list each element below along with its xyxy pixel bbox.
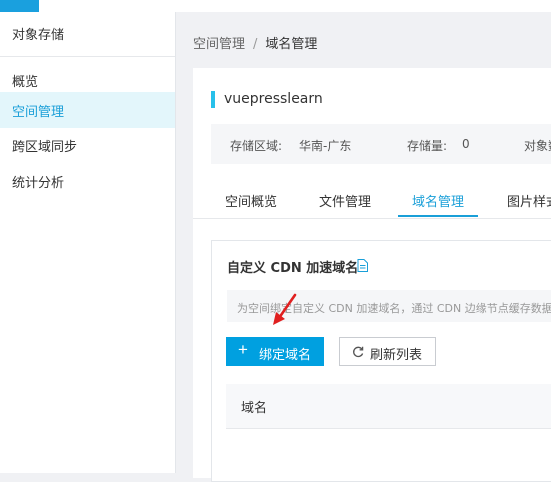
annotation-arrow-icon <box>273 293 297 325</box>
bucket-title-accent <box>211 91 215 108</box>
sidebar-item-label: 跨区域同步 <box>12 140 78 155</box>
bind-domain-button[interactable]: + 绑定域名 <box>226 337 324 366</box>
refresh-list-label: 刷新列表 <box>370 347 423 362</box>
tab-space-overview[interactable]: 空间概览 <box>225 191 277 210</box>
sidebar-item-label: 概览 <box>12 75 39 90</box>
breadcrumb-current: 域名管理 <box>265 37 318 52</box>
bucket-name: vuepresslearn <box>224 91 323 107</box>
sidebar-item-space-management[interactable]: 空间管理 <box>0 92 175 128</box>
document-icon[interactable] <box>357 259 368 272</box>
sidebar-title: 对象存储 <box>12 28 65 43</box>
bind-domain-label: 绑定域名 <box>259 347 312 362</box>
breadcrumb-parent-link[interactable]: 空间管理 <box>193 37 245 52</box>
refresh-icon <box>353 346 364 358</box>
tab-domain-management[interactable]: 域名管理 <box>412 191 464 210</box>
sidebar-divider <box>0 56 175 57</box>
bucket-tabs: 空间概览 文件管理 域名管理 图片样式 <box>193 178 551 219</box>
refresh-list-button[interactable]: 刷新列表 <box>339 337 436 366</box>
domain-table-header: 域名 <box>226 384 551 429</box>
plus-icon: + <box>238 340 248 359</box>
sidebar: 对象存储 概览 空间管理 跨区域同步 统计分析 <box>0 12 176 473</box>
breadcrumb-separator: / <box>253 37 258 52</box>
sidebar-item-cross-region-sync[interactable]: 跨区域同步 <box>0 127 175 163</box>
top-header-bar <box>0 0 551 12</box>
storage-label: 存储量: <box>407 139 448 153</box>
header-logo-block <box>0 0 39 12</box>
storage-value: 0 <box>462 137 470 151</box>
region-label: 存储区域: <box>230 139 283 153</box>
breadcrumb: 空间管理 / 域名管理 <box>193 33 317 52</box>
region-value: 华南-广东 <box>299 139 352 153</box>
tab-image-styles[interactable]: 图片样式 <box>507 191 551 210</box>
panel-title: 自定义 CDN 加速域名 <box>227 261 359 276</box>
tab-file-management[interactable]: 文件管理 <box>319 191 371 210</box>
sidebar-item-label: 统计分析 <box>12 176 65 191</box>
sidebar-item-statistics[interactable]: 统计分析 <box>0 163 175 199</box>
objects-label: 对象数 <box>524 139 551 153</box>
sidebar-item-label: 空间管理 <box>12 105 65 120</box>
column-header-domain: 域名 <box>241 401 268 416</box>
bucket-info-bar: 存储区域: 华南-广东 存储量: 0 对象数 <box>211 124 551 164</box>
active-tab-indicator <box>398 215 478 217</box>
